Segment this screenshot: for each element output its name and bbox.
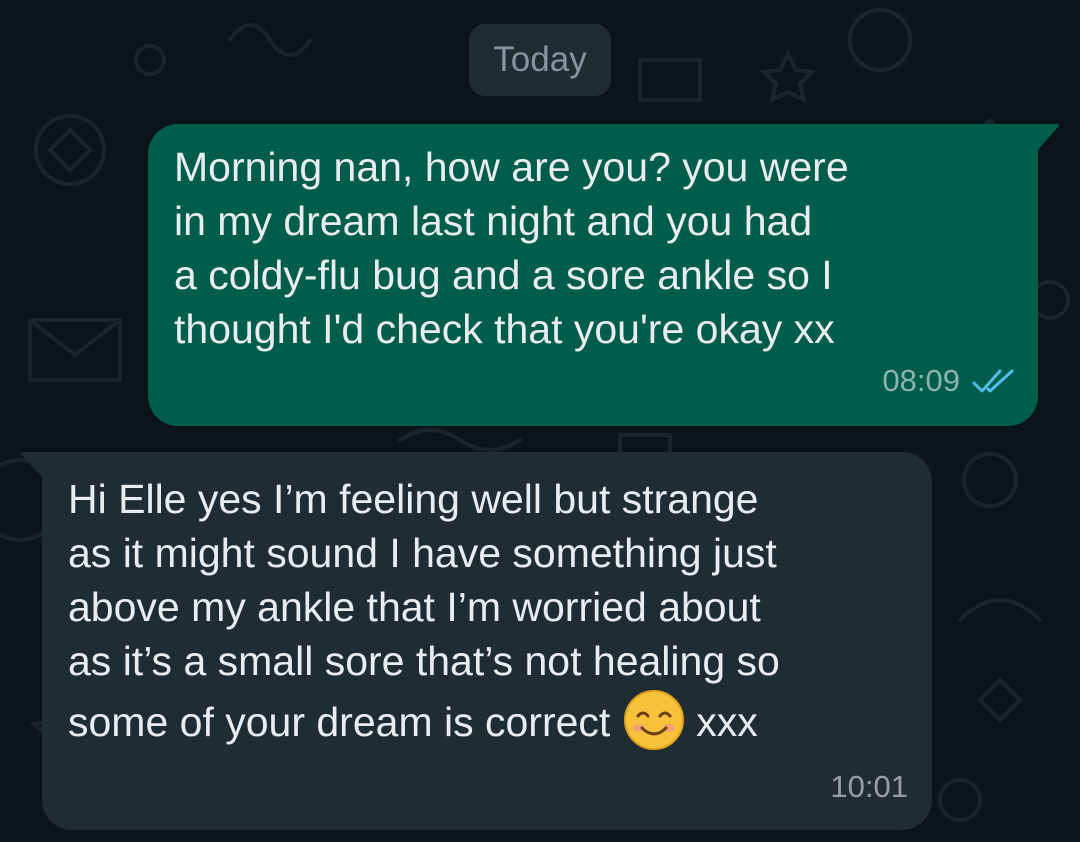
incoming-message-bubble[interactable]: Hi Elle yes I’m feeling well but strange… (42, 452, 932, 830)
double-check-read-icon (972, 369, 1014, 393)
outgoing-message-time: 08:09 (882, 363, 960, 398)
outgoing-bubble-tail (1036, 124, 1059, 152)
incoming-message-time: 10:01 (830, 769, 908, 804)
date-separator: Today (469, 24, 611, 96)
outgoing-message-meta: 08:09 (882, 354, 1016, 408)
incoming-message-text: Hi Elle yes I’m feeling well but strange… (68, 472, 908, 752)
smiling-face-emoji-icon (624, 690, 685, 750)
outgoing-message-text: Morning nan, how are you? you were in my… (174, 144, 849, 352)
incoming-message-meta: 10:01 (830, 760, 908, 814)
incoming-message-text-end: xxx (696, 699, 758, 745)
outgoing-message-bubble[interactable]: Morning nan, how are you? you were in my… (148, 124, 1038, 426)
incoming-bubble-tail (21, 452, 44, 480)
